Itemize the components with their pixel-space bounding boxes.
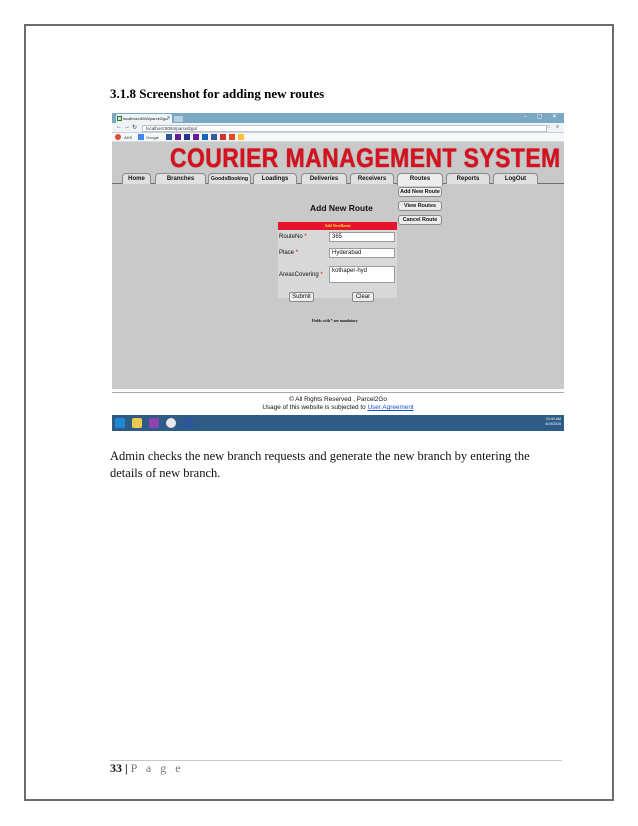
routeno-input[interactable]: 365 [329,232,395,242]
areascovering-label-text: AreasCovering [279,272,319,278]
youtube-icon[interactable] [220,134,226,140]
copyright-text: © All Rights Reserved , Parcel2Go [289,396,387,403]
caption-paragraph: Admin checks the new branch requests and… [110,449,530,480]
section-heading: 3.1.8 Screenshot for adding new routes [110,86,325,101]
form-header: Add NewRoute [278,222,397,230]
menu-deliveries[interactable]: Deliveries [301,173,347,184]
usage-text: Usage of this website is subjected to Us… [112,404,564,411]
bookmark-icon[interactable] [202,134,208,140]
menu-routes[interactable]: Routes [397,173,443,186]
forward-icon[interactable]: → [124,124,130,130]
areascovering-textarea[interactable]: kothaper-hyd [329,266,395,283]
taskbar-clock: 10:40 AM 4/19/2016 [545,417,561,427]
page-word: P a g e [130,761,184,775]
routeno-label-text: RouteNo [279,234,303,240]
form-title: Add New Route [310,203,373,213]
page-number: 33 [110,761,122,775]
reload-icon[interactable]: ↻ [132,124,137,131]
place-label: Place * [279,250,298,256]
bookmark-item[interactable]: AHS [124,135,132,140]
browser-tab[interactable]: localhost:8084/parcel2go/ × [116,114,172,123]
bookmark-icon[interactable] [166,134,172,140]
page-footer: 33 | P a g e [110,761,184,776]
app-icon[interactable] [149,418,159,428]
back-icon[interactable]: ← [116,124,122,130]
submenu-add-new-route[interactable]: Add New Route [398,187,442,197]
usage-prefix: Usage of this website is subjected to [262,404,368,411]
app-page: COURIER MANAGEMENT SYSTEM Home Branches … [112,142,564,389]
new-tab-button[interactable] [174,116,183,122]
submenu-view-routes[interactable]: View Routes [398,201,442,211]
menu-branches[interactable]: Branches [155,173,206,184]
main-menu: Home Branches GoodsBooking Loadings Deli… [112,172,564,186]
menu-loadings[interactable]: Loadings [253,173,297,184]
url-input[interactable]: localhost:8084/parcel2go/ [142,125,547,132]
menu-reports[interactable]: Reports [446,173,490,184]
tab-close-icon[interactable]: × [167,115,170,121]
banner-title: COURIER MANAGEMENT SYSTEM [170,143,561,173]
menu-logout[interactable]: LogOut [493,173,538,184]
submit-button[interactable]: Submit [289,292,314,302]
menu-goodsbooking[interactable]: GoodsBooking [208,173,251,184]
embedded-screenshot: localhost:8084/parcel2go/ × – ▢ ✕ ← → ↻ … [112,113,564,431]
file-explorer-icon[interactable] [132,418,142,428]
window-controls[interactable]: – ▢ ✕ [524,113,561,120]
required-marker: * [320,272,323,278]
bookmark-item[interactable]: Google [146,135,159,140]
google-icon[interactable] [138,134,144,140]
clear-button[interactable]: Clear [352,292,374,302]
windows-taskbar: 10:40 AM 4/19/2016 [112,415,564,431]
bookmark-icon[interactable] [184,134,190,140]
menu-home[interactable]: Home [122,173,151,184]
bookmark-icon[interactable] [238,134,244,140]
place-input[interactable]: Hyderabad [329,248,395,258]
favicon-icon [117,116,122,121]
chrome-icon[interactable] [166,418,176,428]
submenu-cancel-route[interactable]: Cancel Route [398,215,442,225]
user-agreement-link[interactable]: User Agreement [367,404,413,411]
bookmark-icon[interactable] [229,134,235,140]
taskbar-date: 4/19/2016 [545,422,561,426]
browser-tab-strip: localhost:8084/parcel2go/ × – ▢ ✕ [112,113,564,123]
areascovering-label: AreasCovering * [279,272,323,278]
browser-toolbar-icons[interactable]: ☆ ≡ [546,124,561,130]
bookmarks-bar: AHS Google [112,133,564,142]
app-banner: COURIER MANAGEMENT SYSTEM [112,142,564,173]
routeno-label: RouteNo * [279,234,307,240]
bookmark-icon[interactable] [193,134,199,140]
page-separator: | [125,761,128,775]
browser-tab-title: localhost:8084/parcel2go/ [123,116,169,121]
footer-divider [112,392,564,393]
start-icon[interactable] [115,418,125,428]
required-marker: * [295,250,299,256]
required-marker: * [304,234,307,240]
address-bar-row: ← → ↻ localhost:8084/parcel2go/ ☆ ≡ [112,123,564,133]
place-label-text: Place [279,250,295,256]
bookmark-icon[interactable] [115,134,121,140]
mandatory-note: Fields with * are mandatory [312,319,358,323]
menu-receivers[interactable]: Receivers [350,173,394,184]
facebook-icon[interactable] [211,134,217,140]
bookmark-icon[interactable] [175,134,181,140]
word-icon[interactable] [183,418,193,428]
